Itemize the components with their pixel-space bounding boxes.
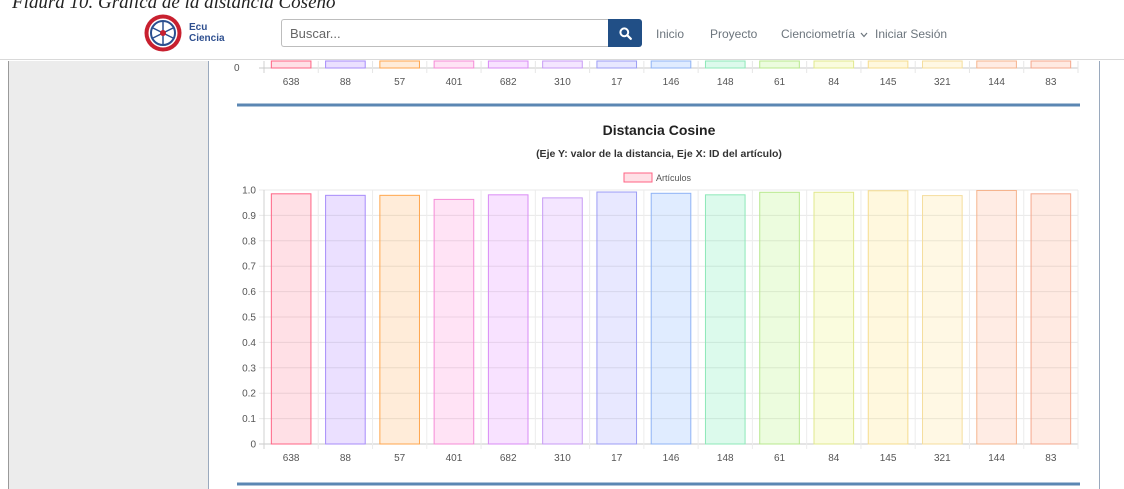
bar-682[interactable] [487, 194, 529, 445]
y-tick-label: 0.8 [242, 236, 256, 247]
y-tick-label: 0.2 [242, 389, 256, 400]
bar-144[interactable] [976, 190, 1017, 445]
top-bar[interactable] [433, 60, 475, 69]
bar-638[interactable] [270, 193, 312, 445]
x-tick-label: 682 [500, 453, 517, 464]
x-tick-label: 84 [828, 453, 840, 464]
y-tick-label: 0.7 [242, 262, 256, 273]
y-tick-label: 0 [250, 440, 256, 451]
x-tick-label: 83 [1045, 453, 1057, 464]
legend-swatch [623, 172, 653, 183]
bar-88[interactable] [325, 194, 366, 445]
previous-chart-fragment: 0 638 88 57 401 682 310 17 146 148 61 84 145 321 144 83 [234, 60, 1079, 88]
chart-title: Distancia Cosine [603, 122, 716, 138]
top-bar[interactable] [325, 60, 366, 69]
bar-84[interactable] [813, 191, 855, 445]
y-tick-label: 0.3 [242, 363, 256, 374]
bar-57[interactable] [379, 194, 420, 445]
top-bar[interactable] [487, 60, 529, 69]
y-tick-label: 0.9 [242, 211, 256, 222]
bar-310[interactable] [542, 197, 583, 445]
top-x-tick-label: 321 [934, 77, 951, 88]
bar-146[interactable] [650, 192, 692, 445]
x-tick-label: 57 [394, 453, 406, 464]
x-tick-label: 88 [340, 453, 352, 464]
top-x-tick-label: 401 [446, 77, 463, 88]
top-bar[interactable] [759, 60, 800, 69]
top-bar[interactable] [867, 60, 909, 69]
top-x-tick-label: 144 [988, 77, 1005, 88]
top-x-tick-label: 57 [394, 77, 406, 88]
chart-bars [270, 190, 1072, 445]
charts-canvas: 0 638 88 57 401 682 310 17 146 148 61 84 145 321 144 83… [234, 60, 1080, 486]
y-tick-label: 0.6 [242, 287, 256, 298]
top-bar[interactable] [379, 60, 420, 69]
x-tick-label: 146 [663, 453, 680, 464]
bar-321[interactable] [922, 195, 963, 445]
top-x-tick-label: 83 [1045, 77, 1057, 88]
top-x-tick-label: 148 [717, 77, 734, 88]
top-bar[interactable] [650, 60, 692, 69]
x-tick-label: 17 [611, 453, 623, 464]
x-tick-label: 61 [774, 453, 786, 464]
top-bar[interactable] [813, 60, 855, 69]
y-tick-label: 0.1 [242, 414, 256, 425]
x-axis-labels: 638 88 57 401 682 310 17 146 148 61 84 145 321 144 83 [283, 453, 1057, 464]
bar-17[interactable] [596, 191, 638, 445]
top-x-tick-label: 88 [340, 77, 352, 88]
top-bar[interactable] [922, 60, 963, 69]
top-x-tick-label: 17 [611, 77, 623, 88]
bar-148[interactable] [704, 194, 746, 445]
y-tick-label: 0.4 [242, 338, 256, 349]
x-tick-label: 148 [717, 453, 734, 464]
top-y-tick-label: 0 [234, 63, 240, 74]
bar-401[interactable] [433, 198, 475, 445]
top-x-tick-label: 84 [828, 77, 840, 88]
top-x-tick-label: 61 [774, 77, 786, 88]
top-bar[interactable] [704, 60, 746, 69]
x-tick-label: 401 [446, 453, 463, 464]
top-x-tick-label: 638 [283, 77, 300, 88]
top-bar[interactable] [596, 60, 638, 69]
chart-legend[interactable]: Artículos [623, 172, 692, 183]
top-bar[interactable] [542, 60, 583, 69]
y-tick-label: 1.0 [242, 186, 256, 197]
bar-61[interactable] [759, 191, 800, 445]
legend-label: Artículos [656, 173, 692, 183]
y-tick-label: 0.5 [242, 313, 256, 324]
x-tick-label: 638 [283, 453, 300, 464]
top-x-tick-label: 682 [500, 77, 517, 88]
top-bar[interactable] [976, 60, 1017, 69]
top-x-tick-label: 146 [663, 77, 680, 88]
x-tick-label: 144 [988, 453, 1005, 464]
x-tick-label: 310 [554, 453, 571, 464]
bar-145[interactable] [867, 190, 909, 445]
y-axis-labels: 0 0.1 0.2 0.3 0.4 0.5 0.6 0.7 0.8 0.9 1.0 [242, 186, 256, 451]
top-bar[interactable] [1030, 60, 1072, 69]
top-x-tick-label: 145 [880, 77, 897, 88]
x-tick-label: 321 [934, 453, 951, 464]
x-tick-label: 145 [880, 453, 897, 464]
top-x-tick-label: 310 [554, 77, 571, 88]
top-bar[interactable] [270, 60, 312, 69]
bar-83[interactable] [1030, 193, 1072, 445]
chart-subtitle: (Eje Y: valor de la distancia, Eje X: ID… [536, 148, 782, 160]
